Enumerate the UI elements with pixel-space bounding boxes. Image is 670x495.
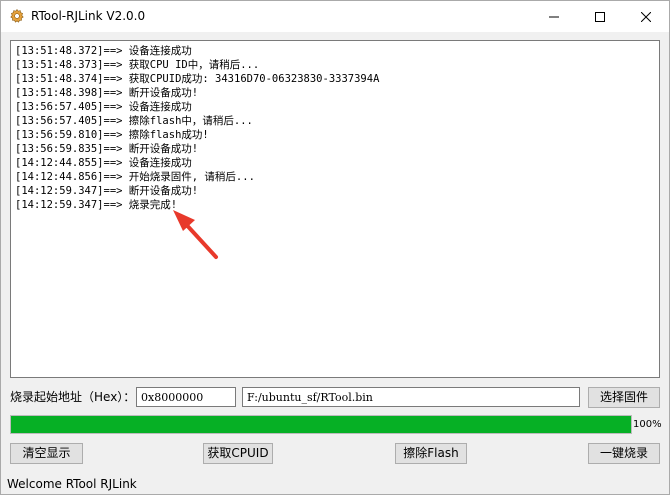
- log-line: [14:12:59.347]==> 断开设备成功!: [15, 185, 199, 197]
- log-line: [13:56:57.405]==> 擦除flash中，请稍后...: [15, 115, 253, 127]
- maximize-icon: [595, 7, 605, 26]
- progress-percent: 100%: [633, 419, 662, 430]
- log-line: [13:56:57.405]==> 设备连接成功: [15, 101, 192, 113]
- start-address-input[interactable]: [136, 387, 236, 407]
- start-address-label: 烧录起始地址（Hex）：: [10, 390, 136, 404]
- erase-flash-button[interactable]: 擦除Flash: [395, 443, 467, 464]
- gear-icon: [9, 8, 25, 24]
- log-output[interactable]: [13:51:48.372]==> 设备连接成功 [13:51:48.373]=…: [10, 40, 660, 378]
- log-line: [13:51:48.373]==> 获取CPU ID中，请稍后...: [15, 59, 260, 71]
- minimize-button[interactable]: [531, 1, 577, 31]
- firmware-path-input[interactable]: [242, 387, 580, 407]
- one-click-burn-button[interactable]: 一键烧录: [588, 443, 660, 464]
- status-bar: Welcome RTool RJLink: [1, 473, 669, 494]
- log-line: [13:56:59.810]==> 擦除flash成功!: [15, 129, 209, 141]
- progress-bar: [10, 415, 632, 434]
- app-window: RTool-RJLink V2.0.0 [13:51:48.372]==> 设备…: [0, 0, 670, 495]
- clear-display-button[interactable]: 清空显示: [10, 443, 83, 464]
- log-line: [13:51:48.372]==> 设备连接成功: [15, 45, 192, 57]
- log-line: [14:12:44.856]==> 开始烧录固件, 请稍后...: [15, 171, 255, 183]
- get-cpuid-button[interactable]: 获取CPUID: [203, 443, 273, 464]
- minimize-icon: [549, 7, 559, 26]
- title-bar[interactable]: RTool-RJLink V2.0.0: [1, 1, 669, 32]
- close-icon: [640, 7, 652, 26]
- maximize-button[interactable]: [577, 1, 623, 31]
- log-line: [13:56:59.835]==> 断开设备成功!: [15, 143, 199, 155]
- log-line: [13:51:48.374]==> 获取CPUID成功: 34316D70-06…: [15, 73, 380, 85]
- select-firmware-button[interactable]: 选择固件: [588, 387, 660, 408]
- log-line: [14:12:59.347]==> 烧录完成!: [15, 199, 178, 211]
- close-button[interactable]: [623, 1, 669, 31]
- window-title: RTool-RJLink V2.0.0: [31, 9, 146, 23]
- status-text: Welcome RTool RJLink: [7, 477, 137, 491]
- progress-fill: [11, 416, 631, 433]
- log-line: [14:12:44.855]==> 设备连接成功: [15, 157, 192, 169]
- log-line: [13:51:48.398]==> 断开设备成功!: [15, 87, 199, 99]
